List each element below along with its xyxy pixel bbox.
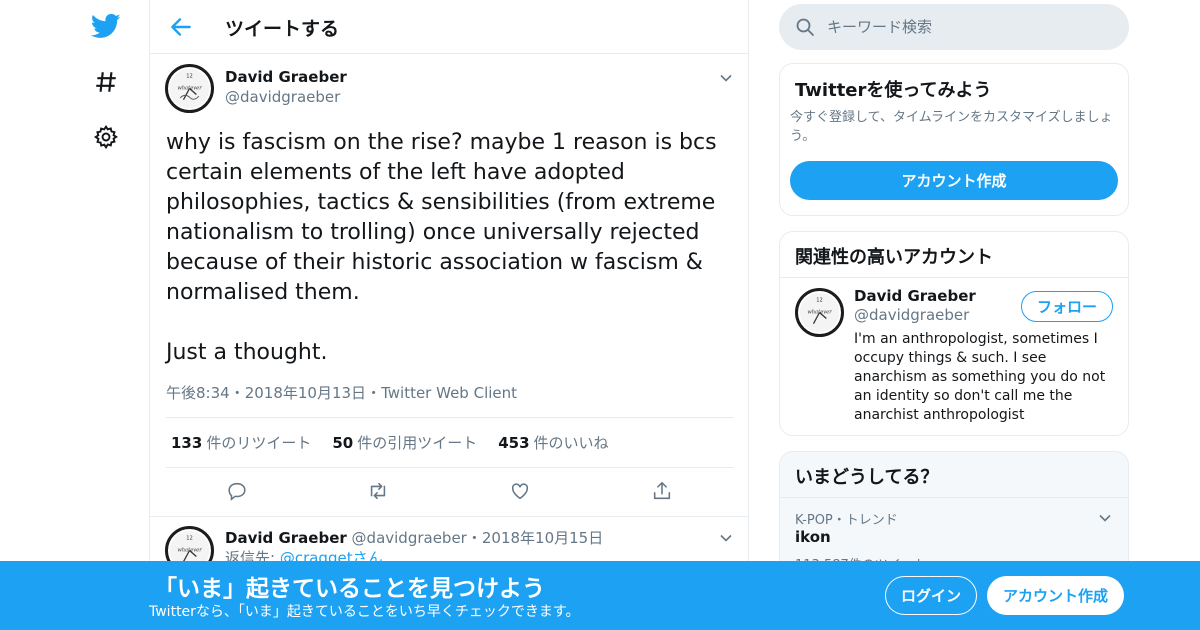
- related-account-bio: I'm an anthropologist, sometimes I occup…: [854, 331, 1106, 423]
- reply-header: David Graeber @davidgraeber・2018年10月15日: [225, 527, 603, 548]
- heart-icon[interactable]: [509, 480, 531, 502]
- tweet-author-handle[interactable]: @davidgraeber: [225, 88, 340, 106]
- related-accounts-card: 関連性の高いアカウント 12 whatever David Graeber @da…: [779, 231, 1129, 436]
- gear-icon[interactable]: [90, 121, 122, 153]
- like-label: 件のいいね: [533, 434, 609, 452]
- chevron-down-icon[interactable]: [718, 70, 734, 86]
- card-divider: [780, 277, 1128, 278]
- retweet-label: 件のリツイート: [206, 434, 312, 452]
- tweet-stats: 133 件のリツイート 50 件の引用ツイート 453 件のいいね: [166, 417, 734, 468]
- page-title: ツイートする: [225, 18, 340, 40]
- signup-card-description: 今すぐ登録して、タイムラインをカスタマイズしましょう。: [790, 110, 1113, 144]
- tweet-client: Twitter Web Client: [381, 384, 518, 402]
- hashtag-icon[interactable]: [90, 66, 122, 98]
- main-column: ツイートする 12 whatever David Graeber @davidgr…: [149, 0, 749, 630]
- tweet-metadata: 午後8:34・2018年10月13日・Twitter Web Client: [166, 382, 517, 403]
- reply-date[interactable]: 2018年10月15日: [482, 529, 603, 547]
- reply-author-handle[interactable]: @davidgraeber: [352, 529, 467, 547]
- tweet-time[interactable]: 午後8:34: [166, 384, 230, 402]
- reply-icon[interactable]: [226, 480, 248, 502]
- search-input[interactable]: [827, 4, 1117, 50]
- tweet-author-name[interactable]: David Graeber: [225, 68, 347, 86]
- meta-separator: ・: [466, 529, 482, 547]
- related-account-name[interactable]: David Graeber: [854, 287, 976, 305]
- related-card-title: 関連性の高いアカウント: [795, 247, 993, 268]
- chevron-down-icon[interactable]: [718, 530, 734, 546]
- twitter-bird-icon[interactable]: [90, 10, 122, 42]
- svg-text:12: 12: [186, 73, 193, 79]
- related-account-handle[interactable]: @davidgraeber: [854, 306, 969, 324]
- avatar[interactable]: 12 whatever: [795, 288, 844, 337]
- like-stat[interactable]: 453 件のいいね: [498, 432, 608, 453]
- trend-name[interactable]: ikon: [795, 528, 831, 546]
- banner-signup-button[interactable]: アカウント作成: [987, 576, 1124, 615]
- back-arrow-icon[interactable]: [168, 14, 194, 40]
- chevron-down-icon[interactable]: [1097, 510, 1113, 526]
- meta-separator: ・: [366, 384, 382, 402]
- quote-label: 件の引用ツイート: [357, 434, 478, 452]
- meta-separator: ・: [229, 384, 245, 402]
- app-root: ツイートする 12 whatever David Graeber @davidgr…: [0, 0, 1200, 630]
- tweet-actions: [166, 470, 734, 516]
- avatar[interactable]: 12 whatever: [165, 64, 214, 113]
- svg-text:12: 12: [186, 535, 193, 541]
- tweet-text: why is fascism on the rise? maybe 1 reas…: [166, 130, 717, 365]
- search-box: [779, 4, 1129, 50]
- retweet-count: 133: [171, 434, 203, 452]
- reply-author-name[interactable]: David Graeber: [225, 529, 347, 547]
- share-icon[interactable]: [651, 480, 673, 502]
- signup-card: Twitterを使ってみよう 今すぐ登録して、タイムラインをカスタマイズしましょ…: [779, 63, 1129, 216]
- quote-count: 50: [332, 434, 354, 452]
- trend-context: K-POP・トレンド: [795, 513, 898, 528]
- like-count: 453: [498, 434, 530, 452]
- page-header: ツイートする: [150, 0, 748, 54]
- quote-stat[interactable]: 50 件の引用ツイート: [332, 432, 477, 453]
- svg-text:12: 12: [816, 297, 823, 303]
- tweet-divider: [150, 516, 748, 517]
- search-icon: [795, 17, 815, 37]
- banner-title: 「いま」起きていることを見つけよう: [154, 576, 545, 602]
- card-divider: [780, 497, 1128, 498]
- trends-card-title: いまどうしてる？: [795, 467, 939, 488]
- login-button[interactable]: ログイン: [885, 576, 977, 615]
- follow-button[interactable]: フォロー: [1021, 291, 1113, 322]
- retweet-stat[interactable]: 133 件のリツイート: [171, 432, 311, 453]
- signup-card-title: Twitterを使ってみよう: [795, 80, 992, 101]
- banner-subtitle: Twitterなら、「いま」起きていることをいち早くチェックできます。: [149, 604, 580, 620]
- tweet-date[interactable]: 2018年10月13日: [245, 384, 366, 402]
- signup-banner: 「いま」起きていることを見つけよう Twitterなら、「いま」起きていることを…: [0, 561, 1200, 630]
- retweet-icon[interactable]: [367, 480, 389, 502]
- create-account-button[interactable]: アカウント作成: [790, 161, 1118, 200]
